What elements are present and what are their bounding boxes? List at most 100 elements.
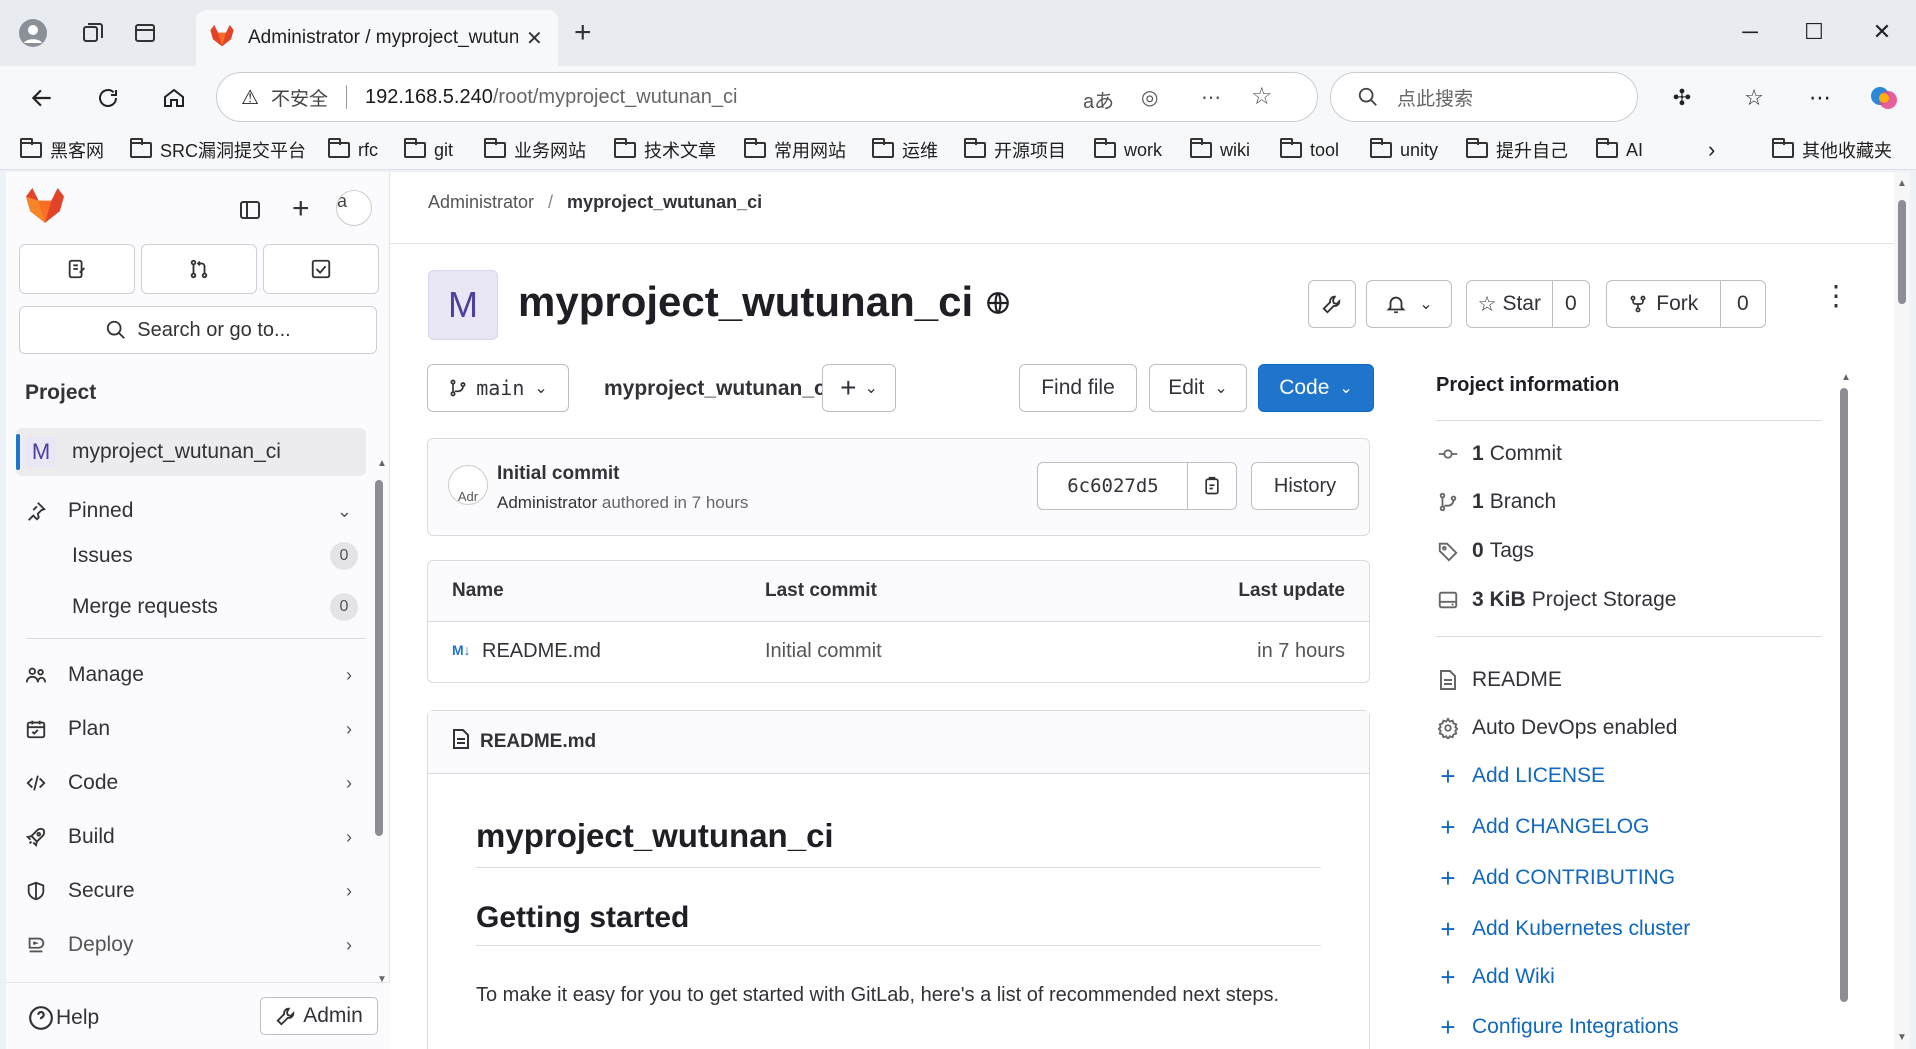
favorite-star-icon[interactable]: ☆ xyxy=(1251,82,1273,111)
scroll-down-icon[interactable]: ▼ xyxy=(1897,1032,1907,1043)
edge-sync-icon[interactable]: ◎ xyxy=(1141,85,1158,110)
star-action[interactable]: ☆ Star xyxy=(1467,281,1552,327)
bookmark-folder[interactable]: unity xyxy=(1370,134,1438,166)
sidebar-item-deploy[interactable]: Deploy › xyxy=(16,922,366,968)
fork-action[interactable]: Fork xyxy=(1607,281,1720,327)
bookmark-folder[interactable]: 业务网站 xyxy=(484,134,586,166)
fork-button[interactable]: Fork 0 xyxy=(1606,280,1766,328)
edit-button[interactable]: Edit ⌄ xyxy=(1149,364,1247,412)
bookmark-folder[interactable]: 黑客网 xyxy=(20,134,104,166)
maximize-icon[interactable]: ☐ xyxy=(1784,12,1844,52)
sidebar-scrollbar[interactable]: ▲ ▼ xyxy=(374,458,387,988)
commit-title[interactable]: Initial commit xyxy=(497,463,619,485)
todo-issues-button[interactable] xyxy=(19,244,135,294)
settings-wrench-button[interactable] xyxy=(1308,280,1356,328)
page-scrollbar[interactable]: ▲ ▼ xyxy=(1894,172,1910,1049)
add-changelog-link[interactable]: + Add CHANGELOG xyxy=(1436,812,1649,842)
configure-integrations-link[interactable]: + Configure Integrations xyxy=(1436,1012,1678,1042)
sidebar-item-merge-requests[interactable]: Merge requests 0 xyxy=(72,585,362,629)
right-panel-scrollbar[interactable]: ▲ xyxy=(1838,372,1851,1012)
user-avatar[interactable]: a xyxy=(336,190,372,226)
refresh-icon[interactable] xyxy=(86,76,130,120)
bookmark-folder[interactable]: 提升自己 xyxy=(1466,134,1568,166)
add-kubernetes-cluster-link[interactable]: + Add Kubernetes cluster xyxy=(1436,914,1690,944)
merge-requests-button[interactable] xyxy=(141,244,257,294)
bookmarks-overflow-icon[interactable]: › xyxy=(1708,134,1715,166)
bookmark-folder[interactable]: wiki xyxy=(1190,134,1250,166)
window-close-icon[interactable]: ✕ xyxy=(1852,12,1912,52)
code-clone-button[interactable]: Code ⌄ xyxy=(1258,364,1374,412)
search-or-go-to-button[interactable]: Search or go to... xyxy=(19,306,377,354)
bookmark-folder[interactable]: 开源项目 xyxy=(964,134,1066,166)
admin-button[interactable]: Admin xyxy=(260,997,378,1035)
file-last-commit[interactable]: Initial commit xyxy=(765,640,882,663)
url-text[interactable]: 192.168.5.240/root/myproject_wutunan_ci xyxy=(365,86,737,109)
home-icon[interactable] xyxy=(152,76,196,120)
settings-more-icon[interactable]: ⋯ xyxy=(1798,76,1842,120)
commit-sha[interactable]: 6c6027d5 xyxy=(1037,462,1189,510)
star-count[interactable]: 0 xyxy=(1551,281,1589,327)
minimize-icon[interactable]: ─ xyxy=(1720,12,1780,52)
page-scroll-thumb[interactable] xyxy=(1898,200,1906,304)
bookmark-folder[interactable]: SRC漏洞提交平台 xyxy=(130,134,306,166)
auto-devops-link[interactable]: Auto DevOps enabled xyxy=(1436,713,1677,743)
sidebar-item-code[interactable]: Code › xyxy=(16,760,366,806)
add-wiki-link[interactable]: + Add Wiki xyxy=(1436,962,1554,992)
breadcrumb-current[interactable]: myproject_wutunan_ci xyxy=(567,192,762,213)
active-tab[interactable]: Administrator / myproject_wutunan_ci · G… xyxy=(196,10,558,66)
read-aloud-icon[interactable]: aあ xyxy=(1083,85,1114,114)
scroll-up-icon[interactable]: ▲ xyxy=(377,458,387,469)
sidebar-item-pinned[interactable]: Pinned ⌄ xyxy=(16,488,366,534)
tab-close-icon[interactable]: ✕ xyxy=(526,26,543,51)
tags-link[interactable]: 0 Tags xyxy=(1436,536,1534,566)
bookmark-folder[interactable]: rfc xyxy=(328,134,378,166)
collections-icon[interactable] xyxy=(74,14,112,52)
profile-icon[interactable] xyxy=(14,14,52,52)
fork-count[interactable]: 0 xyxy=(1719,281,1765,327)
gitlab-logo-icon[interactable] xyxy=(26,188,64,229)
copilot-icon[interactable] xyxy=(1862,76,1906,120)
sidebar-current-project[interactable]: M myproject_wutunan_ci xyxy=(16,428,366,476)
other-bookmarks-folder[interactable]: 其他收藏夹 xyxy=(1772,134,1892,166)
branch-selector[interactable]: main ⌄ xyxy=(427,364,569,412)
readme-filename[interactable]: README.md xyxy=(480,731,596,753)
storage-link[interactable]: 3 KiB Project Storage xyxy=(1436,585,1676,615)
add-license-link[interactable]: + Add LICENSE xyxy=(1436,761,1605,791)
help-button[interactable]: Help xyxy=(28,1005,99,1031)
history-button[interactable]: History xyxy=(1251,462,1359,510)
sidebar-item-build[interactable]: Build › xyxy=(16,814,366,860)
add-to-tree-button[interactable]: + ⌄ xyxy=(822,364,896,412)
vertical-tabs-icon[interactable] xyxy=(126,14,164,52)
sidebar-scroll-thumb[interactable] xyxy=(375,480,383,836)
bookmark-folder[interactable]: AI xyxy=(1596,134,1643,166)
sidebar-item-manage[interactable]: Manage › xyxy=(16,652,366,698)
bookmark-folder[interactable]: git xyxy=(404,134,453,166)
branches-link[interactable]: 1 Branch xyxy=(1436,487,1556,517)
scroll-up-icon[interactable]: ▲ xyxy=(1897,178,1907,189)
bookmark-folder[interactable]: 运维 xyxy=(872,134,938,166)
right-panel-scroll-thumb[interactable] xyxy=(1840,388,1848,1002)
more-actions-icon[interactable]: ⋮ xyxy=(1822,282,1850,310)
bookmark-folder[interactable]: 常用网站 xyxy=(744,134,846,166)
copy-sha-button[interactable] xyxy=(1187,462,1237,510)
todo-list-button[interactable] xyxy=(263,244,379,294)
sidebar-item-secure[interactable]: Secure › xyxy=(16,868,366,914)
commit-author-avatar[interactable]: Adr xyxy=(448,465,488,505)
browser-search-input[interactable]: 点此搜索 xyxy=(1330,72,1638,122)
sidebar-toggle-icon[interactable] xyxy=(238,198,262,227)
bookmark-folder[interactable]: tool xyxy=(1280,134,1339,166)
extensions-icon[interactable]: ✣ xyxy=(1660,76,1704,120)
favorites-icon[interactable]: ☆ xyxy=(1732,76,1776,120)
scroll-up-icon[interactable]: ▲ xyxy=(1841,372,1851,383)
back-icon[interactable] xyxy=(20,76,64,120)
add-contributing-link[interactable]: + Add CONTRIBUTING xyxy=(1436,863,1675,893)
create-new-icon[interactable]: + xyxy=(292,192,310,226)
breadcrumb-root[interactable]: Administrator xyxy=(428,192,534,213)
readme-link[interactable]: README xyxy=(1436,665,1562,695)
star-button[interactable]: ☆ Star 0 xyxy=(1466,280,1590,328)
more-tools-icon[interactable]: ⋯ xyxy=(1201,85,1221,110)
commits-link[interactable]: 1 Commit xyxy=(1436,439,1562,469)
sidebar-item-issues[interactable]: Issues 0 xyxy=(72,534,362,578)
notifications-button[interactable]: ⌄ xyxy=(1366,280,1452,328)
find-file-button[interactable]: Find file xyxy=(1019,364,1137,412)
